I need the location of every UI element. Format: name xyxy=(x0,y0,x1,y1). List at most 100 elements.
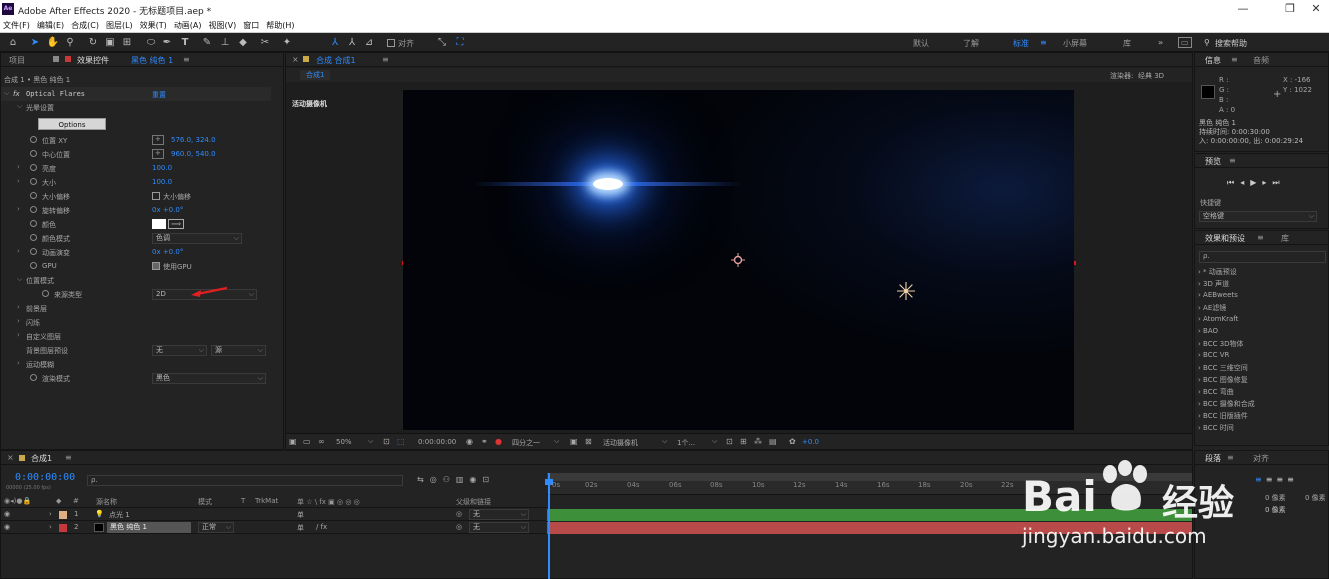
stopwatch-icon[interactable] xyxy=(30,150,37,157)
stopwatch-icon[interactable] xyxy=(30,220,37,227)
parent-dropdown[interactable]: 无 xyxy=(469,522,529,533)
expand-chevron-icon[interactable]: › xyxy=(49,523,52,531)
prop-value[interactable]: 576.0, 324.0 xyxy=(171,136,216,144)
local-axis-icon[interactable]: ⅄ xyxy=(328,36,342,49)
workspace-default[interactable]: 默认 xyxy=(913,38,929,49)
indent-right[interactable]: 0 像素 xyxy=(1305,493,1326,503)
workspace-library[interactable]: 库 xyxy=(1123,38,1131,49)
fx-switch-icon[interactable]: / fx xyxy=(316,523,327,531)
shortcut-dropdown[interactable]: 空格键 xyxy=(1199,211,1317,222)
menu-help[interactable]: 帮助(H) xyxy=(266,19,294,32)
draft-3d-icon[interactable]: ◎ xyxy=(430,475,443,484)
monitor-icon[interactable]: ▭ xyxy=(303,437,311,446)
world-axis-icon[interactable]: ⅄ xyxy=(345,36,359,49)
stopwatch-icon[interactable] xyxy=(30,136,37,143)
view-axis-icon[interactable]: ⊿ xyxy=(362,36,376,49)
stopwatch-icon[interactable] xyxy=(30,206,37,213)
tab-composition[interactable]: 合成 合成1 xyxy=(316,55,356,66)
panel-layout-icon[interactable]: ▭ xyxy=(1178,37,1192,48)
pickwhip-icon[interactable]: ◎ xyxy=(456,510,462,518)
brush-tool-icon[interactable]: ✎ xyxy=(200,36,214,49)
prop-background-preset[interactable]: 背景图层预设 无 源 xyxy=(1,343,271,357)
flowchart-icon[interactable]: ⁂ xyxy=(754,437,762,446)
tab-timeline-comp1[interactable]: 合成1 xyxy=(31,453,52,464)
panel-menu-icon[interactable]: ≡ xyxy=(1229,156,1236,165)
space-after[interactable]: 0 像素 xyxy=(1265,505,1286,515)
align-center-icon[interactable]: ≡ xyxy=(1266,475,1277,484)
more-workspaces-icon[interactable]: » xyxy=(1158,38,1163,47)
next-frame-icon[interactable]: ▸ xyxy=(1262,178,1272,187)
table-row[interactable]: ◉ › 2 黑色 纯色 1 正常 单 / fx ◎ 无 xyxy=(1,522,546,534)
prop-source-type[interactable]: 来源类型 2D xyxy=(1,287,271,301)
zoom-dropdown[interactable]: 50% xyxy=(336,438,352,446)
options-button[interactable]: Options xyxy=(38,118,106,130)
always-preview-icon[interactable]: ▣ xyxy=(289,437,297,446)
prop-size-offset[interactable]: 大小偏移 大小偏移 xyxy=(1,189,271,203)
column-parent[interactable]: 父级和链接 xyxy=(456,497,491,507)
glasses-icon[interactable]: ∞ xyxy=(318,437,325,446)
effect-item[interactable]: › BAO xyxy=(1198,327,1326,339)
tab-effects-presets[interactable]: 效果和预设 xyxy=(1205,233,1245,244)
camera-tool-icon[interactable]: ▣ xyxy=(103,36,117,49)
tab-library[interactable]: 库 xyxy=(1281,233,1289,244)
tab-comp1[interactable]: 合成1 xyxy=(300,70,331,80)
prop-value[interactable]: 100.0 xyxy=(152,164,172,172)
effect-item[interactable]: › BCC VR xyxy=(1198,351,1326,363)
panel-menu-icon[interactable]: ≡ xyxy=(382,55,389,64)
pickwhip-icon[interactable]: ◎ xyxy=(456,523,462,531)
expand-chevron-icon[interactable]: › xyxy=(49,510,52,518)
close-tab-icon[interactable]: × xyxy=(292,55,299,64)
prop-center-position[interactable]: 中心位置 ✛ 960.0, 540.0 xyxy=(1,147,271,161)
chevron-down-icon[interactable]: ⌵ xyxy=(4,89,9,98)
section-flare-settings[interactable]: ⌵ 光晕设置 xyxy=(1,100,271,114)
section-flicker[interactable]: › 闪烁 xyxy=(1,315,271,329)
puppet-tool-icon[interactable]: ✦ xyxy=(280,36,294,49)
table-row[interactable]: ◉ › 1 💡 点光 1 单 ◎ 无 xyxy=(1,509,546,521)
prop-color-mode[interactable]: 颜色模式 色调 xyxy=(1,231,271,245)
ellipse-tool-icon[interactable]: ⬭ xyxy=(144,36,158,49)
prev-frame-icon[interactable]: ◂ xyxy=(1240,178,1250,187)
resolution-dropdown[interactable]: 四分之一 xyxy=(512,438,540,448)
effect-item[interactable]: › BCC 摄像和合成 xyxy=(1198,399,1326,411)
type-tool-icon[interactable]: T xyxy=(178,36,192,49)
gpu-checkbox[interactable] xyxy=(152,262,160,270)
effect-item[interactable]: › BCC 三维空间 xyxy=(1198,363,1326,375)
effect-controls-layer[interactable]: 黑色 纯色 1 xyxy=(131,55,173,66)
render-mode-dropdown[interactable]: 黑色 xyxy=(152,373,266,384)
tab-align[interactable]: 对齐 xyxy=(1253,453,1269,464)
column-switches[interactable]: 单 ☆ \ fx ▣ ◎ ◎ ◎ xyxy=(297,497,360,507)
align-left-icon[interactable]: ≡ xyxy=(1255,475,1266,484)
fx-icon[interactable]: fx xyxy=(13,90,20,98)
prop-value[interactable]: 0x +0.0° xyxy=(152,248,183,256)
justify-icon[interactable]: ≡ xyxy=(1287,475,1298,484)
prop-rotation-offset[interactable]: › 旋转偏移 0x +0.0° xyxy=(1,203,271,217)
menu-file[interactable]: 文件(F) xyxy=(3,19,30,32)
chevron-down-icon[interactable]: ⌵ xyxy=(554,437,559,446)
parent-dropdown[interactable]: 无 xyxy=(469,509,529,520)
menu-layer[interactable]: 图层(L) xyxy=(106,19,133,32)
effect-item[interactable]: › BCC 3D物体 xyxy=(1198,339,1326,351)
rotate-tool-icon[interactable]: ↻ xyxy=(86,36,100,49)
effect-item[interactable]: › 3D 声道 xyxy=(1198,279,1326,291)
pen-tool-icon[interactable]: ✒ xyxy=(160,36,174,49)
menu-window[interactable]: 窗口 xyxy=(243,19,259,32)
effect-item[interactable]: › BCC 时间 xyxy=(1198,423,1326,435)
renderer-value[interactable]: 经典 3D xyxy=(1138,71,1164,81)
layer-anchor-icon[interactable] xyxy=(731,253,745,267)
chevron-down-icon[interactable]: ⌵ xyxy=(368,437,373,446)
size-offset-checkbox[interactable] xyxy=(152,192,160,200)
help-search-input[interactable]: 搜索帮助 xyxy=(1215,38,1247,49)
timeline-current-time[interactable]: 0:00:00:00 xyxy=(15,472,75,483)
selection-tool-icon[interactable]: ➤ xyxy=(28,36,42,49)
color-mode-dropdown[interactable]: 色调 xyxy=(152,233,242,244)
stopwatch-icon[interactable] xyxy=(30,262,37,269)
stopwatch-icon[interactable] xyxy=(30,234,37,241)
column-mode[interactable]: 模式 xyxy=(198,497,212,507)
shy-switch-icon[interactable]: 单 xyxy=(297,523,304,533)
close-tab-icon[interactable]: × xyxy=(7,453,14,462)
indent-left[interactable]: 0 像素 xyxy=(1265,493,1286,503)
blend-mode-dropdown[interactable]: 正常 xyxy=(198,522,234,533)
effect-item[interactable]: › * 动画预设 xyxy=(1198,267,1326,279)
shy-icon[interactable]: ⚇ xyxy=(443,475,456,484)
crosshair-icon[interactable]: ✛ xyxy=(152,149,164,159)
